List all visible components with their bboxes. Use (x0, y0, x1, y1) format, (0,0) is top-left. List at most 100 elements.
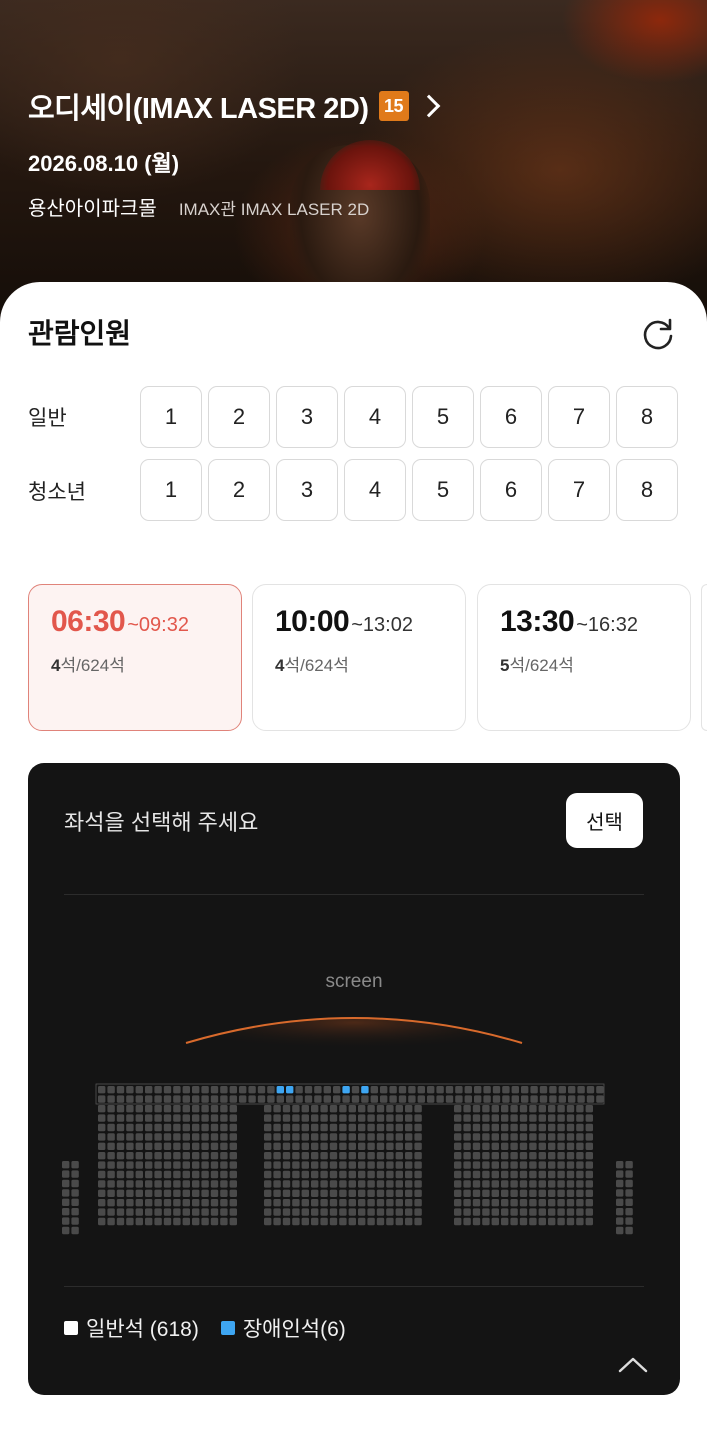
seat[interactable] (491, 1161, 499, 1169)
seat[interactable] (311, 1152, 319, 1160)
seat[interactable] (348, 1123, 356, 1132)
seat[interactable] (98, 1123, 106, 1132)
seat[interactable] (445, 1086, 454, 1094)
seat[interactable] (145, 1123, 153, 1132)
seat[interactable] (501, 1114, 509, 1122)
seat[interactable] (427, 1095, 435, 1103)
seat[interactable] (154, 1152, 162, 1160)
seat[interactable] (414, 1170, 422, 1179)
seat[interactable] (576, 1123, 584, 1132)
seat[interactable] (320, 1142, 328, 1150)
seat[interactable] (182, 1142, 190, 1150)
seat[interactable] (414, 1123, 422, 1132)
seat[interactable] (257, 1095, 266, 1103)
seat[interactable] (380, 1095, 388, 1103)
seat[interactable] (201, 1133, 209, 1141)
seat[interactable] (201, 1105, 209, 1113)
seat[interactable] (566, 1152, 575, 1160)
seat[interactable] (154, 1114, 162, 1122)
seat[interactable] (301, 1133, 309, 1141)
seat[interactable] (395, 1105, 403, 1113)
seat[interactable] (395, 1170, 403, 1179)
seat[interactable] (454, 1161, 462, 1169)
seat[interactable] (301, 1142, 309, 1150)
seat[interactable] (220, 1123, 228, 1132)
seat[interactable] (472, 1142, 481, 1150)
seat[interactable] (576, 1161, 584, 1169)
seat[interactable] (529, 1199, 537, 1207)
showtime-card[interactable]: 13:30 ~16:32 5석/624석 (477, 584, 691, 731)
seat[interactable] (395, 1142, 403, 1150)
seat[interactable] (483, 1095, 491, 1103)
seat[interactable] (625, 1226, 633, 1235)
seat[interactable] (376, 1123, 385, 1132)
seat[interactable] (548, 1217, 556, 1226)
seat[interactable] (163, 1114, 172, 1122)
seat[interactable] (585, 1152, 593, 1160)
seat[interactable] (538, 1133, 546, 1141)
seat[interactable] (173, 1161, 181, 1169)
seat[interactable] (301, 1152, 309, 1160)
seat[interactable] (361, 1095, 369, 1103)
seat[interactable] (329, 1133, 338, 1141)
seat[interactable] (577, 1086, 585, 1094)
seat[interactable] (557, 1161, 565, 1169)
seat[interactable] (414, 1152, 422, 1160)
seat[interactable] (62, 1161, 70, 1169)
seat[interactable] (210, 1114, 219, 1122)
seat[interactable] (576, 1170, 584, 1179)
seat[interactable] (519, 1152, 528, 1160)
seat[interactable] (348, 1105, 356, 1113)
seat[interactable] (530, 1086, 538, 1094)
seat[interactable] (220, 1170, 228, 1179)
seat[interactable] (566, 1208, 575, 1216)
seat[interactable] (386, 1105, 394, 1113)
seat[interactable] (585, 1170, 593, 1179)
seat[interactable] (311, 1105, 319, 1113)
seat[interactable] (491, 1114, 499, 1122)
seat[interactable] (182, 1086, 190, 1094)
seat[interactable] (282, 1170, 291, 1179)
seat[interactable] (348, 1114, 356, 1122)
seat[interactable] (510, 1142, 518, 1150)
seat[interactable] (491, 1170, 499, 1179)
seat[interactable] (311, 1142, 319, 1150)
seat[interactable] (154, 1161, 162, 1169)
seat[interactable] (192, 1133, 200, 1141)
seat[interactable] (173, 1217, 181, 1226)
seat[interactable] (585, 1105, 593, 1113)
seat[interactable] (538, 1199, 546, 1207)
seat[interactable] (311, 1189, 319, 1197)
seat[interactable] (491, 1199, 499, 1207)
seat[interactable] (311, 1180, 319, 1188)
seat[interactable] (248, 1095, 256, 1103)
seat[interactable] (463, 1142, 471, 1150)
seat[interactable] (482, 1217, 490, 1226)
seat[interactable] (135, 1217, 143, 1226)
seat[interactable] (395, 1199, 403, 1207)
seat-map[interactable] (60, 1081, 648, 1241)
seat[interactable] (301, 1180, 309, 1188)
seat[interactable] (273, 1133, 281, 1141)
seat[interactable] (454, 1114, 462, 1122)
seat[interactable] (264, 1170, 272, 1179)
seat[interactable] (386, 1114, 394, 1122)
seat[interactable] (301, 1199, 309, 1207)
seat[interactable] (282, 1152, 291, 1160)
seat[interactable] (276, 1095, 284, 1103)
seat[interactable] (491, 1105, 499, 1113)
seat[interactable] (625, 1208, 633, 1216)
seat[interactable] (126, 1095, 134, 1103)
seat[interactable] (135, 1105, 143, 1113)
seat[interactable] (405, 1180, 413, 1188)
seat[interactable] (282, 1123, 291, 1132)
seat[interactable] (501, 1133, 509, 1141)
seat[interactable] (491, 1189, 499, 1197)
seat[interactable] (596, 1086, 604, 1094)
seat[interactable] (220, 1208, 228, 1216)
seat[interactable] (201, 1170, 209, 1179)
seat[interactable] (625, 1198, 633, 1206)
seat[interactable] (192, 1142, 200, 1150)
seat[interactable] (311, 1161, 319, 1169)
seat[interactable] (455, 1095, 463, 1103)
